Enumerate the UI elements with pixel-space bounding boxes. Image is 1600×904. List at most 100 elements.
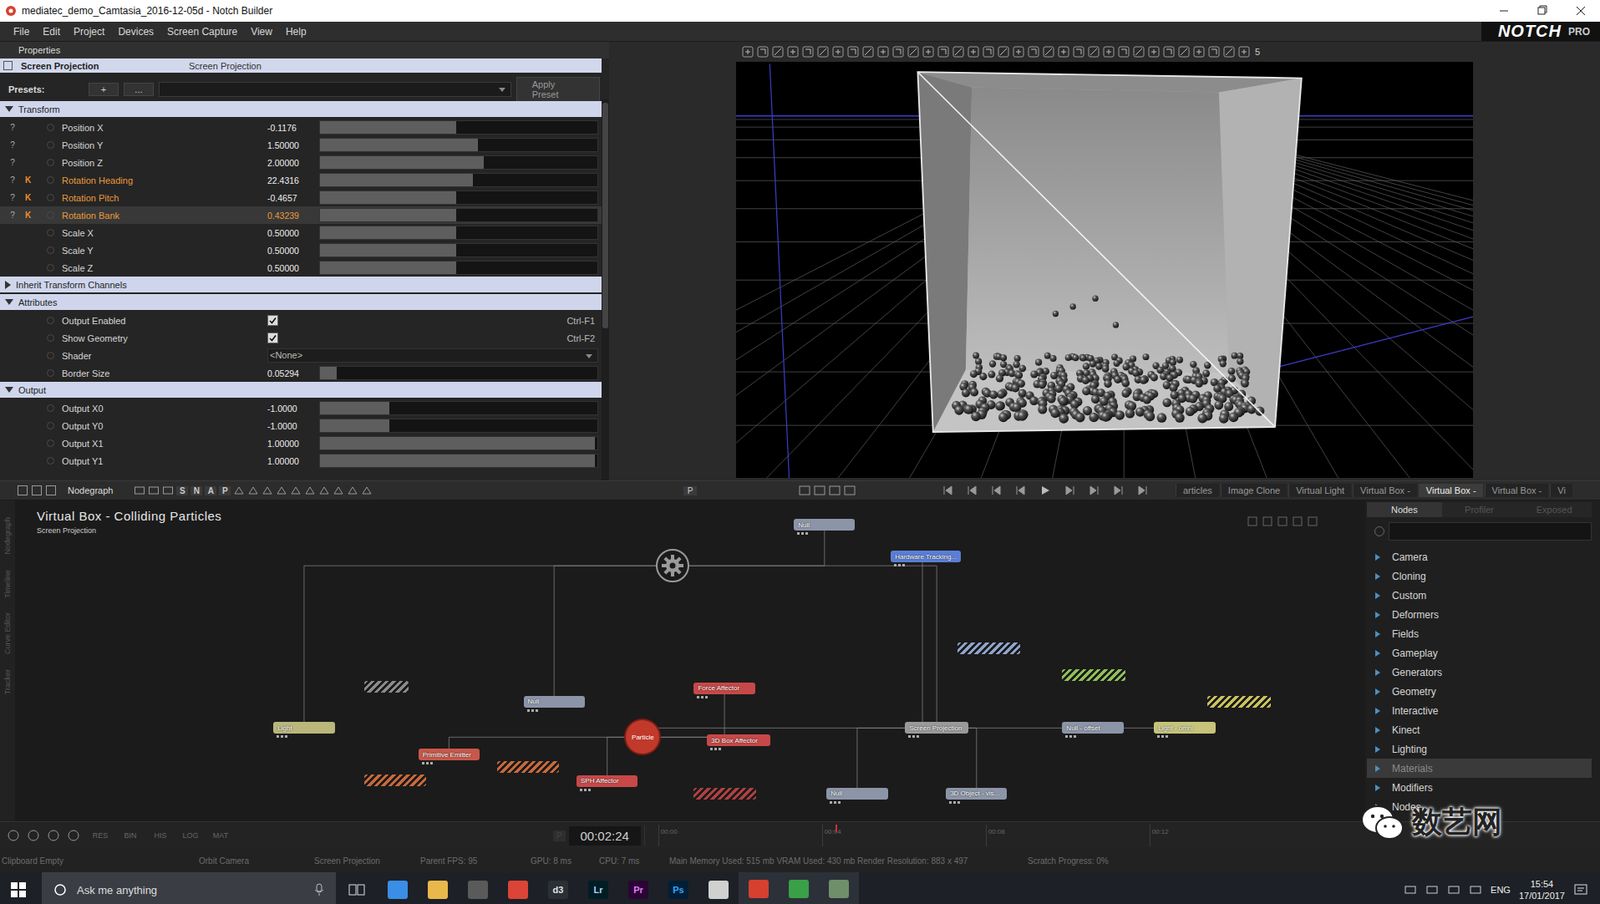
transport-icon[interactable] — [1133, 483, 1151, 498]
cortana-search[interactable]: Ask me anything — [41, 872, 336, 904]
graph-tool-icon[interactable] — [346, 484, 359, 497]
tool-icon[interactable] — [921, 45, 935, 59]
library-category[interactable]: Lighting — [1366, 739, 1592, 759]
library-category[interactable]: Modifiers — [1366, 777, 1592, 798]
particle-node[interactable]: Particle — [625, 720, 660, 754]
property-row[interactable]: Scale Y0.50000 — [0, 241, 602, 260]
slider[interactable] — [319, 453, 599, 468]
panel-button[interactable]: LOG — [178, 830, 203, 841]
graph-tool-icon[interactable] — [261, 484, 274, 497]
value-field[interactable]: 0.50000 — [267, 263, 320, 274]
side-tab[interactable]: Tracker — [3, 669, 12, 695]
transport-icon[interactable] — [1061, 483, 1078, 498]
property-row[interactable]: ?KRotation Pitch-0.4657 — [0, 188, 602, 207]
minimize-icon[interactable] — [1484, 0, 1524, 22]
transport-icon[interactable] — [939, 483, 957, 498]
library-category[interactable]: Materials — [1366, 758, 1592, 778]
zoom-tool-icon[interactable] — [1246, 515, 1259, 528]
transport-icon[interactable] — [988, 483, 1006, 498]
zoom-tool-icon[interactable] — [1291, 515, 1304, 528]
layout-icon[interactable] — [16, 484, 29, 497]
restore-icon[interactable] — [1523, 0, 1562, 22]
panel-button[interactable]: HIS — [148, 830, 173, 841]
taskbar-app[interactable] — [698, 872, 739, 904]
slider[interactable] — [319, 365, 599, 381]
document-tab[interactable]: Virtual Box - — [1352, 483, 1418, 498]
graph-tool-icon[interactable] — [360, 484, 373, 497]
expand-icon[interactable] — [1375, 765, 1381, 773]
value-field[interactable]: 1.00000 — [267, 456, 320, 467]
tool-icon[interactable] — [741, 45, 755, 59]
tray-icon[interactable] — [1403, 883, 1418, 896]
library-category[interactable]: Fields — [1366, 624, 1592, 644]
library-category[interactable]: Interactive — [1366, 700, 1592, 721]
tool-icon[interactable] — [786, 45, 800, 59]
layout-icon[interactable] — [30, 484, 43, 497]
tool-icon[interactable] — [1192, 45, 1206, 59]
expand-icon[interactable] — [1375, 630, 1381, 638]
taskbar-app[interactable] — [417, 872, 458, 904]
menu-item[interactable]: Help — [279, 25, 314, 38]
close-icon[interactable] — [1561, 0, 1600, 22]
link-dot-icon[interactable] — [46, 193, 55, 202]
graph-tool-icon[interactable] — [133, 484, 146, 497]
panel-button[interactable]: RES — [88, 830, 112, 841]
tool-icon[interactable] — [966, 45, 981, 59]
property-row[interactable]: Scale Z0.50000 — [0, 259, 602, 277]
graph-node[interactable]: Light - omni — [1153, 721, 1215, 734]
toggle-button[interactable]: P — [218, 486, 231, 496]
value-field[interactable]: -1.0000 — [267, 421, 320, 432]
taskbar-app[interactable]: Pr — [618, 872, 659, 904]
expand-icon[interactable] — [1375, 573, 1381, 580]
link-dot-icon[interactable] — [46, 421, 55, 430]
tool-icon[interactable] — [981, 45, 996, 59]
graph-tool-icon[interactable] — [147, 484, 160, 497]
value-field[interactable]: -1.0000 — [267, 403, 320, 414]
tool-icon[interactable] — [1222, 45, 1236, 59]
value-field[interactable]: 22.4316 — [267, 175, 320, 186]
timeline-tool-icon[interactable] — [65, 827, 82, 844]
link-dot-icon[interactable] — [46, 334, 55, 342]
current-time[interactable]: 00:02:24 — [568, 826, 641, 846]
expand-icon[interactable] — [5, 280, 11, 290]
tray-icon[interactable] — [1447, 883, 1461, 896]
panel-button[interactable]: MAT — [208, 830, 233, 841]
slider[interactable] — [319, 137, 599, 153]
toggle-button[interactable]: N — [190, 486, 203, 496]
property-row[interactable]: ?Position Z2.00000 — [0, 153, 602, 172]
link-dot-icon[interactable] — [46, 404, 55, 412]
slider[interactable] — [319, 190, 599, 205]
node-checkbox[interactable] — [3, 60, 13, 71]
clock[interactable]: 15:5417/01/2017 — [1518, 878, 1565, 902]
pin-button[interactable]: P — [683, 486, 697, 496]
menu-item[interactable]: Screen Capture — [160, 25, 244, 38]
tool-icon[interactable] — [1011, 45, 1026, 59]
timeline-tool-icon[interactable] — [45, 827, 62, 844]
graph-node[interactable]: Force Affector — [693, 682, 755, 695]
tool-icon[interactable] — [1207, 45, 1221, 59]
expand-icon[interactable] — [1375, 553, 1381, 561]
help-mark[interactable]: ? — [0, 122, 26, 133]
root-node[interactable] — [655, 548, 690, 583]
expand-icon[interactable] — [1375, 592, 1381, 600]
tool-icon[interactable] — [876, 45, 890, 59]
task-view-icon[interactable] — [347, 882, 366, 898]
document-tab[interactable]: Virtual Box - — [1418, 483, 1484, 498]
taskbar-app[interactable]: Ps — [658, 872, 699, 904]
library-category[interactable]: Deformers — [1366, 604, 1592, 625]
tool-icon[interactable] — [831, 45, 845, 59]
graph-node[interactable]: SPH Affector — [576, 775, 638, 788]
tool-icon[interactable] — [1162, 45, 1176, 59]
help-mark[interactable]: ? — [0, 193, 26, 203]
value-field[interactable]: 0.05294 — [267, 368, 320, 379]
nodegraph-canvas[interactable]: Virtual Box - Colliding ParticlesScreen … — [15, 500, 1366, 822]
notification-icon[interactable] — [1573, 883, 1589, 897]
menu-item[interactable]: Devices — [111, 25, 161, 38]
graph-tool-icon[interactable] — [233, 484, 245, 497]
tool-icon[interactable] — [756, 45, 770, 59]
slider[interactable] — [319, 155, 599, 170]
value-field[interactable]: 1.00000 — [267, 438, 320, 449]
3d-viewport[interactable] — [736, 61, 1474, 478]
tool-icon[interactable] — [1102, 45, 1116, 59]
link-dot-icon[interactable] — [46, 457, 55, 465]
